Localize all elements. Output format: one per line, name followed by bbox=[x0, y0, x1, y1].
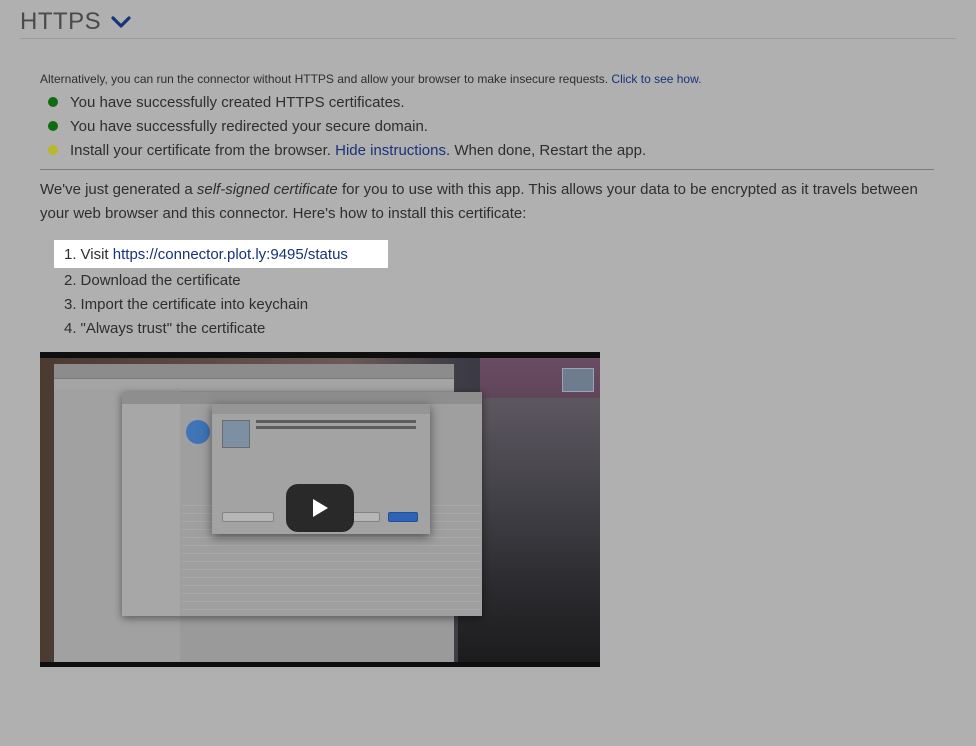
chevron-down-icon[interactable] bbox=[111, 15, 131, 29]
step-text: Visit bbox=[80, 245, 109, 263]
status-text: Install your certificate from the browse… bbox=[70, 141, 331, 159]
step-number: 2. bbox=[64, 271, 77, 289]
video-at-icon bbox=[186, 420, 210, 444]
step-text: Download the certificate bbox=[80, 271, 241, 289]
insecure-note-text: Alternatively, you can run the connector… bbox=[40, 72, 609, 86]
hide-instructions-link[interactable]: Hide instructions. bbox=[335, 142, 450, 159]
step-import: 3. Import the certificate into keychain bbox=[54, 292, 388, 316]
tutorial-video[interactable] bbox=[40, 352, 600, 667]
status-dot-icon bbox=[48, 145, 58, 155]
section-header: HTTPS bbox=[20, 6, 956, 39]
section-title: HTTPS bbox=[20, 8, 102, 35]
status-text-after: When done, Restart the app. bbox=[454, 141, 647, 159]
divider bbox=[40, 169, 934, 170]
see-how-link[interactable]: Click to see how. bbox=[611, 72, 701, 86]
intro-paragraph: We've just generated a self-signed certi… bbox=[40, 178, 930, 226]
status-text: You have successfully created HTTPS cert… bbox=[70, 93, 405, 111]
status-list: You have successfully created HTTPS cert… bbox=[48, 90, 646, 162]
insecure-note: Alternatively, you can run the connector… bbox=[40, 72, 701, 86]
status-dot-icon bbox=[48, 97, 58, 107]
step-text: Import the certificate into keychain bbox=[80, 295, 309, 313]
step-download: 2. Download the certificate bbox=[54, 268, 388, 292]
step-number: 1. bbox=[64, 245, 77, 263]
status-dot-icon bbox=[48, 121, 58, 131]
intro-text: We've just generated a bbox=[40, 181, 193, 198]
step-number: 3. bbox=[64, 295, 77, 313]
status-item: You have successfully redirected your se… bbox=[48, 114, 646, 138]
status-item: You have successfully created HTTPS cert… bbox=[48, 90, 646, 114]
status-item: Install your certificate from the browse… bbox=[48, 138, 646, 162]
play-icon[interactable] bbox=[286, 484, 354, 532]
step-number: 4. bbox=[64, 319, 77, 337]
step-trust: 4. "Always trust" the certificate bbox=[54, 316, 388, 340]
install-steps: 1. Visit https://connector.plot.ly:9495/… bbox=[54, 240, 388, 340]
step-visit: 1. Visit https://connector.plot.ly:9495/… bbox=[54, 240, 388, 268]
status-text: You have successfully redirected your se… bbox=[70, 117, 428, 135]
video-desktop-file-icon bbox=[562, 368, 594, 392]
intro-emphasis: self-signed certificate bbox=[196, 181, 338, 198]
status-url-link[interactable]: https://connector.plot.ly:9495/status bbox=[113, 246, 348, 263]
step-text: "Always trust" the certificate bbox=[80, 319, 266, 337]
